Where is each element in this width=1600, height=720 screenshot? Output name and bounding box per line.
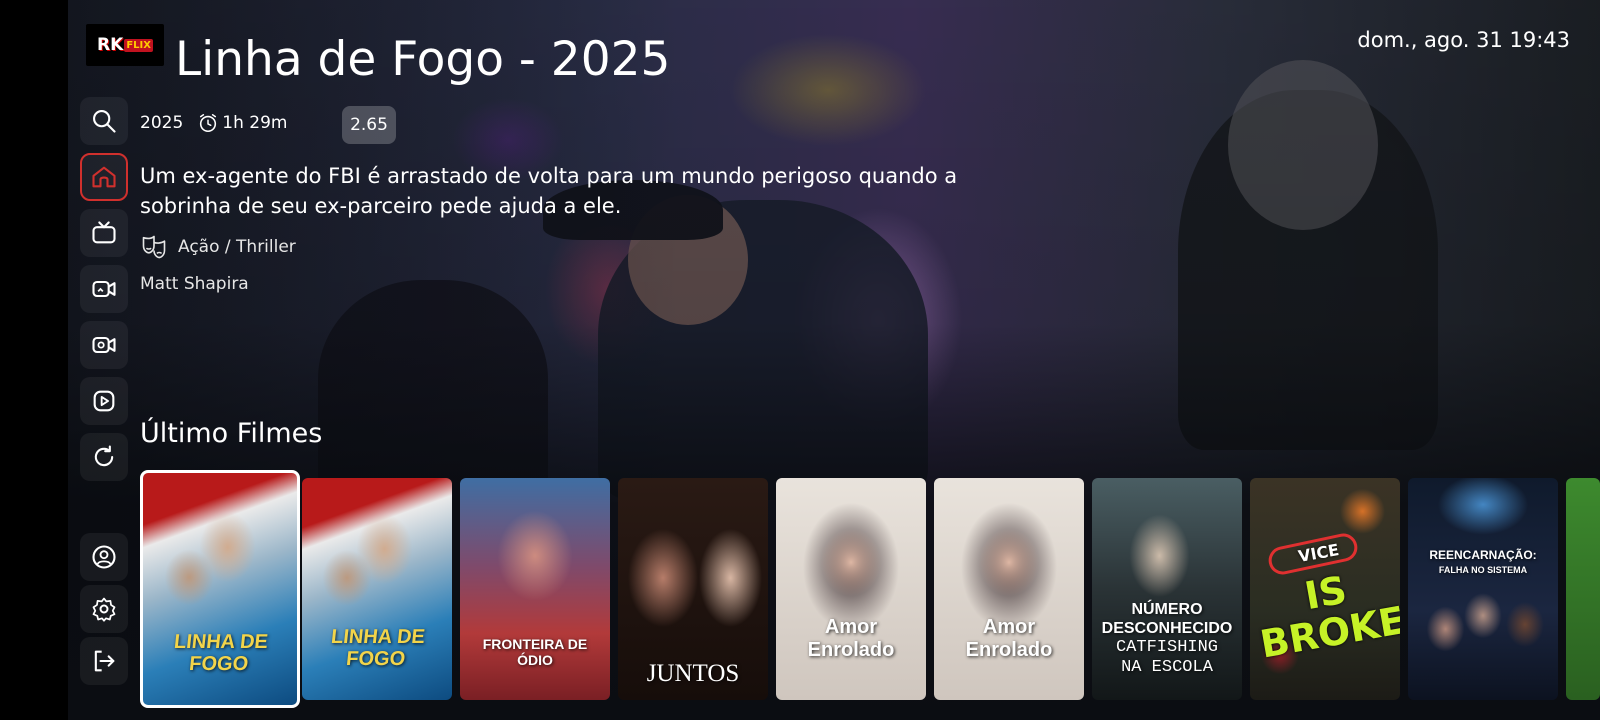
movie-poster[interactable]: VICE IS BROKE [1250,478,1400,700]
movie-poster[interactable]: REENCARNAÇÃO: FALHA NO SISTEMA [1408,478,1558,700]
sidebar-item-settings[interactable] [80,585,128,633]
movie-poster[interactable]: LINHA DE FOGO [302,478,452,700]
play-icon [93,390,115,412]
home-icon [92,166,116,188]
main-content: RK FLIX Linha de Fogo - 2025 dom., ago. … [0,0,1600,720]
movie-duration: 1h 29m [222,113,288,133]
poster-title: NÚMERO DESCONHECIDO CATFISHING NA ESCOLA [1101,601,1233,677]
video-icon [92,336,116,354]
section-title: Último Filmes [140,418,323,449]
theater-masks-icon [142,235,166,259]
movie-poster[interactable]: Amor Enrolado [776,478,926,700]
tv-icon [92,221,116,244]
movie-poster[interactable]: NÚMERO DESCONHECIDO CATFISHING NA ESCOLA [1092,478,1242,700]
movie-poster-partial[interactable] [1566,478,1600,700]
search-icon [93,110,116,133]
sidebar-item-search[interactable] [80,97,128,145]
sidebar-item-refresh[interactable] [80,433,128,481]
clock-datetime: dom., ago. 31 19:43 [1357,28,1570,52]
app-logo: RK FLIX [86,24,164,66]
page-title: Linha de Fogo - 2025 [175,32,671,87]
poster-title: LINHA DE FOGO [173,631,270,675]
poster-title: REENCARNAÇÃO: FALHA NO SISTEMA [1429,548,1537,575]
movie-poster[interactable]: Amor Enrolado [934,478,1084,700]
logo-text: RK [97,35,124,55]
poster-title: JUNTOS [646,660,740,687]
logout-icon [94,650,115,672]
logo-badge: FLIX [124,38,153,52]
sidebar-item-home[interactable] [80,153,128,201]
video-camera-icon [92,280,116,298]
sidebar-item-series[interactable] [80,321,128,369]
poster-title: LINHA DE FOGO [330,626,427,670]
sidebar-item-profile[interactable] [80,533,128,581]
movie-row: LINHA DE FOGO LINHA DE FOGO FRONTEIRA DE Ó… [140,470,1600,710]
sidebar-item-logout[interactable] [80,637,128,685]
gear-icon [92,597,116,622]
movie-poster[interactable]: JUNTOS [618,478,768,700]
movie-description: Um ex-agente do FBI é arrastado de volta… [140,164,958,218]
clock-icon [200,114,217,133]
movie-poster[interactable]: FRONTEIRA DE ÓDIO [460,478,610,700]
movie-genres: Ação / Thriller [140,233,296,261]
movie-meta: 2025 1h 29m [140,112,287,134]
rating-badge: 2.65 [342,106,396,144]
sidebar-item-live-tv[interactable] [80,209,128,257]
movie-director: Matt Shapira [140,274,249,294]
genre-label: Ação / Thriller [178,237,296,257]
poster-title: VICE IS BROKE [1256,540,1400,667]
sidebar-item-movies[interactable] [80,265,128,313]
refresh-icon [94,445,114,467]
poster-title: Amor Enrolado [807,616,895,661]
movie-poster[interactable]: LINHA DE FOGO [140,470,300,708]
poster-title: Amor Enrolado [965,616,1053,661]
sidebar-item-play[interactable] [80,377,128,425]
movie-year: 2025 [140,113,184,133]
poster-title: FRONTEIRA DE ÓDIO [482,636,588,668]
user-icon [92,545,116,569]
